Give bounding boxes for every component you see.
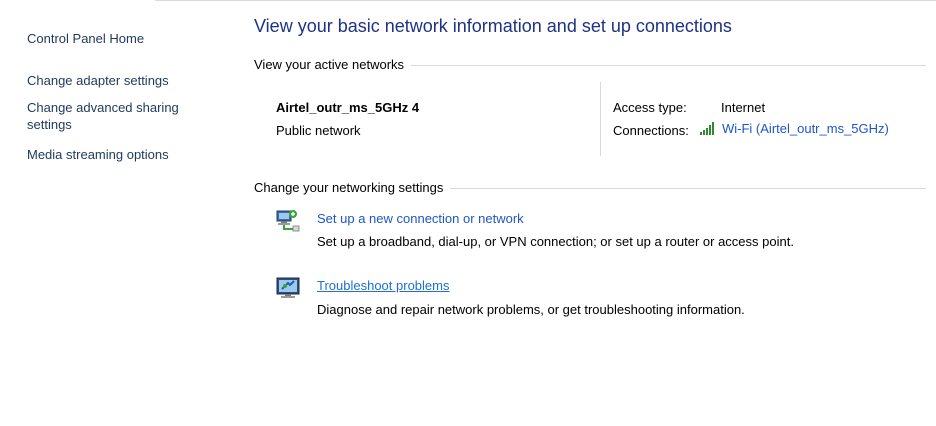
access-type-label: Access type: <box>613 100 687 115</box>
connections-label: Connections: <box>613 123 689 138</box>
troubleshoot-problems-link[interactable]: Troubleshoot problems <box>317 278 449 293</box>
active-networks-header: View your active networks <box>254 57 926 72</box>
sidebar-item-change-adapter-settings[interactable]: Change adapter settings <box>27 72 169 89</box>
troubleshoot-icon <box>276 277 300 298</box>
connection-entry: Wi-Fi (Airtel_outr_ms_5GHz) <box>700 121 889 136</box>
wifi-signal-icon <box>700 122 714 135</box>
sidebar-item-change-advanced-sharing-settings[interactable]: Change advanced sharing settings <box>27 99 207 133</box>
network-category: Public network <box>276 123 361 138</box>
setup-new-connection-description: Set up a broadband, dial-up, or VPN conn… <box>317 234 794 249</box>
networking-settings-label: Change your networking settings <box>254 180 444 195</box>
access-type-value: Internet <box>721 100 766 115</box>
troubleshoot-problems-description: Diagnose and repair network problems, or… <box>317 302 745 317</box>
sidebar-item-control-panel-home[interactable]: Control Panel Home <box>27 30 144 47</box>
sidebar-item-media-streaming-options[interactable]: Media streaming options <box>27 146 169 163</box>
setup-new-connection-link[interactable]: Set up a new connection or network <box>317 211 524 226</box>
page-title: View your basic network information and … <box>254 16 732 36</box>
network-name: Airtel_outr_ms_5GHz 4 <box>276 100 420 115</box>
networking-settings-header: Change your networking settings <box>254 180 926 195</box>
section-divider <box>411 65 926 66</box>
top-divider <box>155 0 936 1</box>
active-networks-label: View your active networks <box>254 57 405 72</box>
new-connection-icon <box>276 210 300 232</box>
vertical-divider <box>600 82 601 156</box>
section-divider <box>450 188 926 189</box>
wifi-connection-link[interactable]: Wi-Fi (Airtel_outr_ms_5GHz) <box>722 121 889 136</box>
